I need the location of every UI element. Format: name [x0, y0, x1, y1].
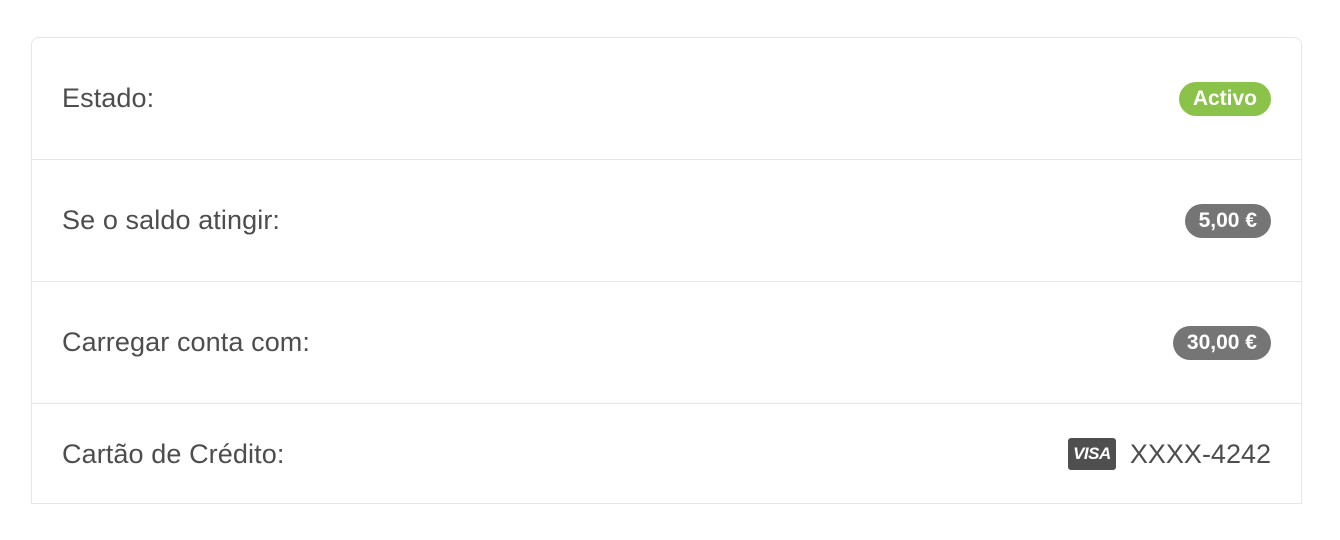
status-badge: Activo [1178, 81, 1271, 116]
credit-card-info: VISA XXXX-4242 [1067, 438, 1271, 470]
status-row: Estado: Activo [32, 38, 1301, 160]
credit-card-number: XXXX-4242 [1129, 438, 1271, 469]
recharge-amount-label: Carregar conta com: [62, 327, 310, 357]
auto-recharge-panel: Estado: Activo Se o saldo atingir: 5,00 … [31, 37, 1302, 504]
recharge-amount-row: Carregar conta com: 30,00 € [32, 282, 1301, 404]
credit-card-label: Cartão de Crédito: [62, 438, 285, 469]
visa-card-icon: VISA [1067, 438, 1116, 470]
threshold-label: Se o saldo atingir: [62, 205, 281, 235]
threshold-row: Se o saldo atingir: 5,00 € [32, 160, 1301, 282]
recharge-amount-badge: 30,00 € [1172, 325, 1271, 360]
threshold-amount-badge: 5,00 € [1184, 203, 1271, 238]
status-label: Estado: [62, 83, 155, 113]
credit-card-row: Cartão de Crédito: VISA XXXX-4242 [32, 404, 1301, 504]
